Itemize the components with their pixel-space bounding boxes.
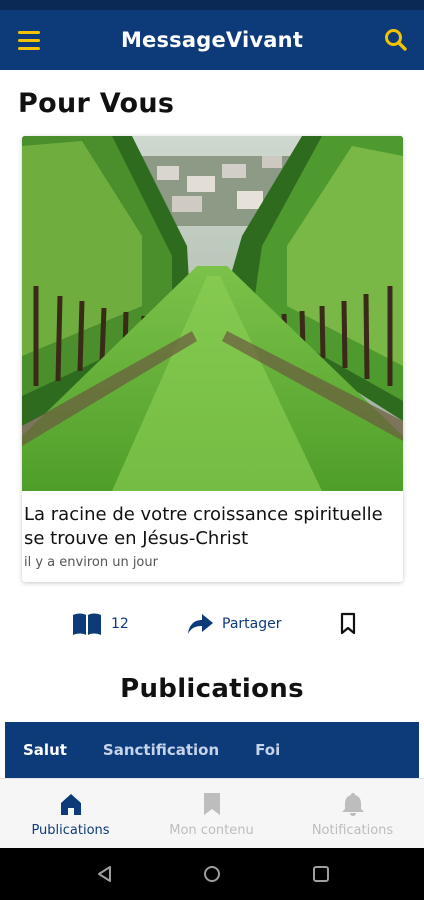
category-tabs: Salut Sanctification Foi: [5, 722, 419, 778]
status-bar: [0, 0, 424, 10]
home-circle-icon[interactable]: [202, 864, 222, 884]
nav-mon-contenu[interactable]: Mon contenu: [141, 779, 282, 849]
back-icon[interactable]: [95, 864, 115, 884]
tab-sanctification[interactable]: Sanctification: [103, 741, 219, 759]
reads-count: 12: [111, 616, 129, 632]
bell-icon: [342, 793, 364, 816]
menu-icon[interactable]: [18, 26, 46, 54]
share-button[interactable]: Partager: [186, 610, 281, 638]
nav-publications[interactable]: Publications: [0, 779, 141, 849]
article-actions: 12 Partager: [0, 604, 424, 644]
share-arrow-icon: [188, 614, 213, 634]
nav-label-notifications: Notifications: [311, 823, 394, 838]
tab-foi[interactable]: Foi: [255, 741, 280, 759]
app-bar: MessageVivant: [0, 10, 424, 70]
nav-label-mon-contenu: Mon contenu: [169, 823, 254, 838]
home-icon: [61, 794, 81, 815]
search-icon[interactable]: [382, 26, 410, 54]
recent-apps-icon[interactable]: [311, 864, 331, 884]
bookmark-button[interactable]: [338, 610, 358, 638]
article-timestamp: il y a environ un jour: [24, 555, 158, 570]
bottom-navigation: Publications Mon contenu Notifications: [0, 778, 424, 848]
featured-article-card[interactable]: La racine de votre croissance spirituell…: [22, 136, 403, 582]
tab-salut[interactable]: Salut: [23, 741, 67, 759]
open-book-icon: [73, 613, 101, 635]
nav-label-publications: Publications: [31, 823, 110, 838]
nav-notifications[interactable]: Notifications: [282, 779, 423, 849]
vineyard-photo: [22, 136, 403, 491]
app-title: MessageVivant: [120, 28, 304, 52]
publications-heading: Publications: [120, 674, 304, 704]
reads-counter[interactable]: 12: [71, 610, 129, 638]
bookmark-icon: [204, 793, 220, 815]
for-you-heading: Pour Vous: [18, 88, 175, 119]
bookmark-icon: [340, 612, 356, 635]
system-navigation-bar: [0, 848, 424, 900]
share-label: Partager: [222, 616, 282, 632]
article-title: La racine de votre croissance spirituell…: [24, 504, 383, 549]
